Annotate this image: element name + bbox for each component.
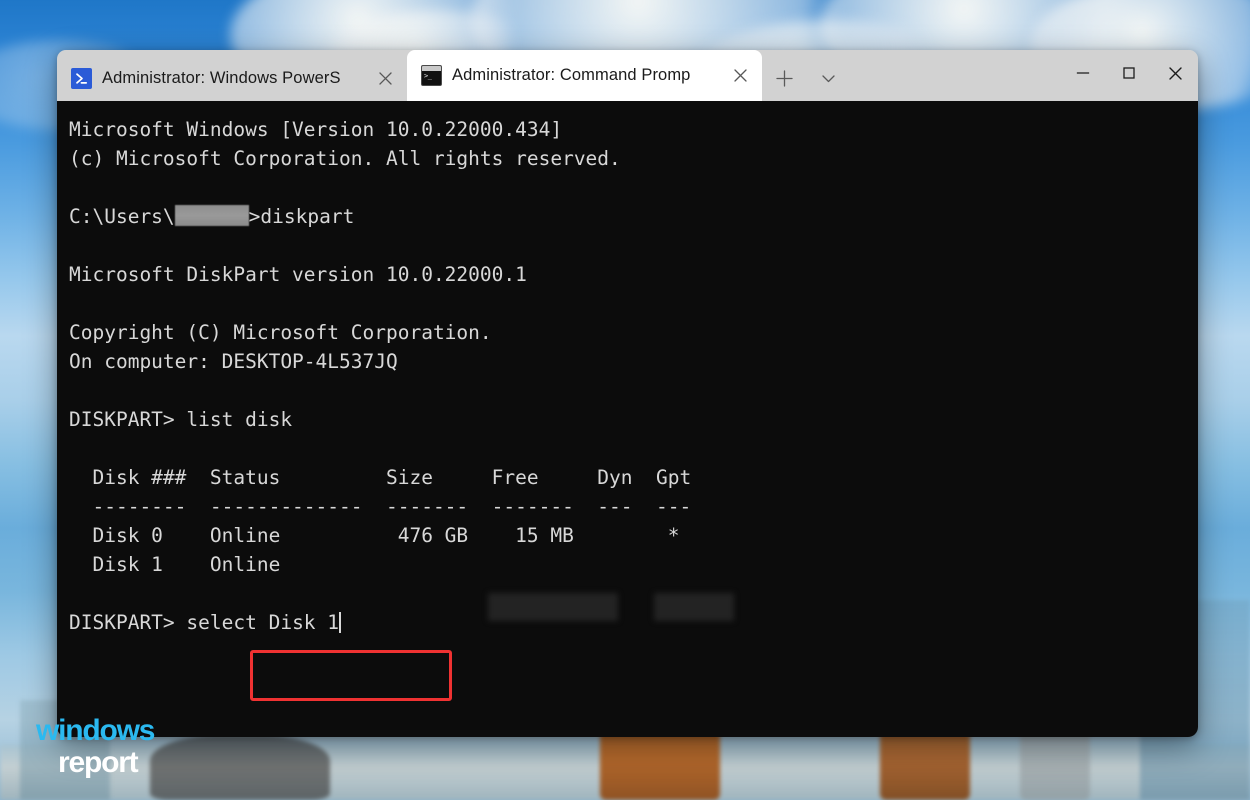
windows-terminal-window[interactable]: Administrator: Windows PowerS >_ Adminis… <box>57 50 1198 737</box>
terminal-line-prompt-diskpart: C:\Users\ >diskpart <box>69 202 1198 231</box>
foreground-branch <box>150 735 330 800</box>
prompt-suffix: > <box>249 205 261 228</box>
command-highlight-box <box>250 650 452 701</box>
minimize-button[interactable] <box>1060 50 1106 96</box>
terminal-line-version: Microsoft Windows [Version 10.0.22000.43… <box>69 115 1198 144</box>
redacted-disk1-free <box>654 593 734 621</box>
disk-table-row: Disk 1 Online <box>69 550 1198 579</box>
tab-label: Administrator: Windows PowerS <box>102 69 359 88</box>
terminal-line-diskpart-version: Microsoft DiskPart version 10.0.22000.1 <box>69 260 1198 289</box>
terminal-line-blank <box>69 376 1198 405</box>
terminal-line-blank <box>69 434 1198 463</box>
diskpart-prompt: DISKPART> <box>69 408 186 431</box>
tab-close-icon[interactable] <box>369 63 401 95</box>
shore-band <box>0 745 1250 800</box>
powershell-icon <box>71 68 92 89</box>
terminal-line-blank <box>69 579 1198 608</box>
redacted-disk1-size <box>488 593 618 621</box>
redacted-username <box>175 205 249 226</box>
command-list-disk: list disk <box>186 408 292 431</box>
terminal-line-blank <box>69 173 1198 202</box>
terminal-line-ms-copyright: Copyright (C) Microsoft Corporation. <box>69 318 1198 347</box>
tab-close-icon[interactable] <box>724 60 756 92</box>
chevron-down-icon[interactable] <box>806 56 850 101</box>
prompt-path: C:\Users\ <box>69 205 175 228</box>
tab-strip[interactable]: Administrator: Windows PowerS >_ Adminis… <box>57 50 850 101</box>
new-tab-button[interactable] <box>762 56 806 101</box>
tab-label: Administrator: Command Promp <box>452 66 714 85</box>
command-diskpart: diskpart <box>260 205 354 228</box>
maximize-button[interactable] <box>1106 50 1152 96</box>
terminal-line-select-disk: DISKPART> select Disk 1 <box>69 608 1198 637</box>
terminal-output-area[interactable]: Microsoft Windows [Version 10.0.22000.43… <box>57 101 1198 737</box>
tab-windows-powershell[interactable]: Administrator: Windows PowerS <box>57 56 407 101</box>
text-cursor <box>339 612 341 633</box>
tab-command-prompt[interactable]: >_ Administrator: Command Promp <box>407 50 762 101</box>
close-button[interactable] <box>1152 50 1198 96</box>
terminal-line-copyright: (c) Microsoft Corporation. All rights re… <box>69 144 1198 173</box>
title-bar[interactable]: Administrator: Windows PowerS >_ Adminis… <box>57 50 1198 101</box>
desktop-background: Administrator: Windows PowerS >_ Adminis… <box>0 0 1250 800</box>
disk-table-header: Disk ### Status Size Free Dyn Gpt <box>69 463 1198 492</box>
watermark-line-2: report <box>58 748 154 778</box>
window-controls[interactable] <box>1060 50 1198 101</box>
command-prompt-icon: >_ <box>421 65 442 86</box>
terminal-line-list-disk: DISKPART> list disk <box>69 405 1198 434</box>
terminal-line-blank <box>69 231 1198 260</box>
titlebar-drag-area[interactable] <box>850 50 1060 101</box>
disk-table-row: Disk 0 Online 476 GB 15 MB * <box>69 521 1198 550</box>
terminal-line-on-computer: On computer: DESKTOP-4L537JQ <box>69 347 1198 376</box>
command-select-disk: select Disk 1 <box>186 611 339 634</box>
terminal-line-blank <box>69 289 1198 318</box>
disk-table-rule: -------- ------------- ------- ------- -… <box>69 492 1198 521</box>
diskpart-prompt: DISKPART> <box>69 611 186 634</box>
